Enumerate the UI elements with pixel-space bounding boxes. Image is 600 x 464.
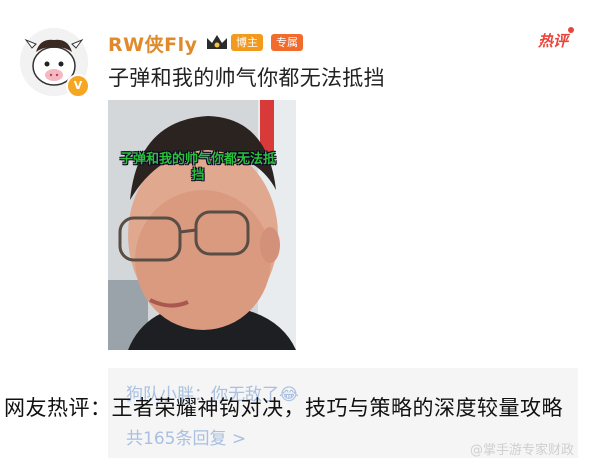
crown-icon bbox=[207, 35, 227, 49]
post-photo[interactable] bbox=[108, 100, 296, 350]
selfie-image bbox=[108, 100, 296, 350]
blogger-badge: 博主 bbox=[231, 34, 263, 51]
exclusive-badge: 专属 bbox=[271, 34, 303, 51]
view-replies-link[interactable]: 共165条回复 > bbox=[126, 424, 246, 449]
watermark: @掌手游专家财政 bbox=[470, 443, 575, 458]
hot-comment-tag: 热评 bbox=[538, 27, 575, 51]
hot-comment-label: 热评 bbox=[538, 32, 569, 50]
hot-dot-icon bbox=[568, 27, 575, 33]
article-title: 网友热评：王者荣耀神钩对决，技巧与策略的深度较量攻略 bbox=[4, 396, 563, 420]
verified-badge-icon: V bbox=[66, 74, 90, 98]
username[interactable]: RW侠Fly bbox=[108, 30, 197, 57]
post-text: 子弹和我的帅气你都无法抵挡 bbox=[108, 66, 385, 90]
photo-caption: 子弹和我的帅气你都无法抵挡 bbox=[119, 152, 276, 183]
